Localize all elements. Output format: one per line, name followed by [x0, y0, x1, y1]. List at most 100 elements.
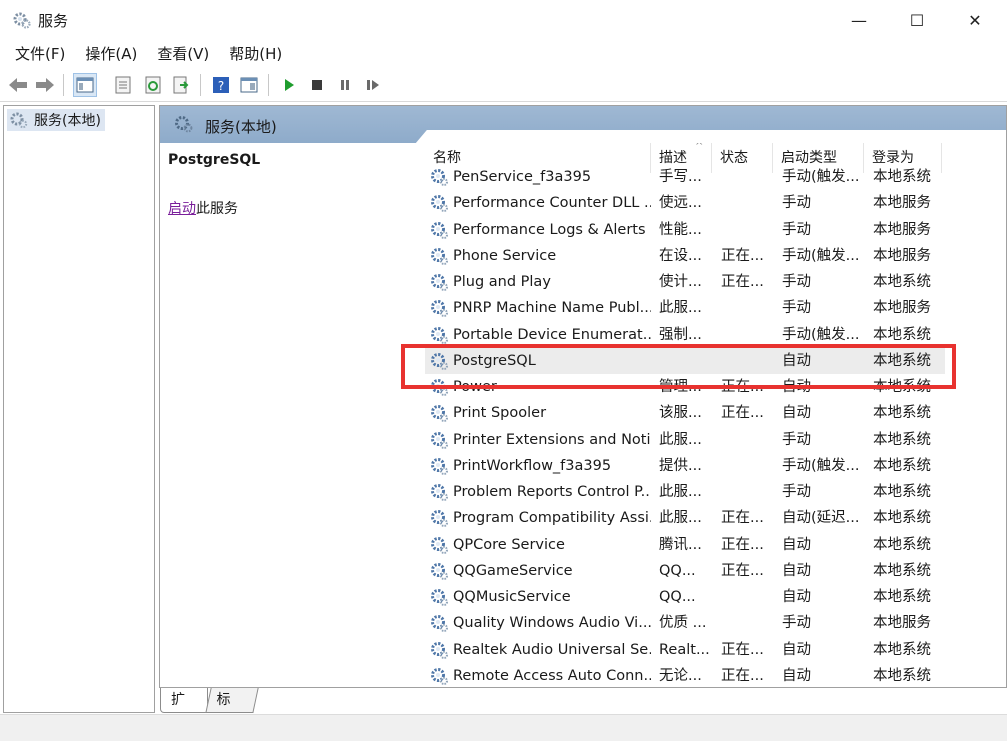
maximize-button[interactable]: ☐	[888, 0, 946, 40]
cell-name: QQMusicService	[429, 584, 651, 610]
cell-name: QQGameService	[429, 558, 651, 584]
header-notch	[415, 130, 1006, 144]
export-list-button[interactable]	[169, 73, 193, 97]
menu-action[interactable]: 操作(A)	[78, 40, 144, 68]
service-gear-icon	[431, 431, 448, 449]
cell-name: QPCore Service	[429, 532, 651, 558]
service-name: QQGameService	[453, 562, 573, 579]
toolbar: ?	[0, 68, 1007, 102]
table-row[interactable]: Performance Counter DLL ... 使远... 手动 本地服务	[425, 190, 945, 216]
cell-description: 腾讯...	[659, 536, 702, 553]
service-gear-icon	[431, 562, 448, 580]
service-name: Performance Counter DLL ...	[453, 195, 651, 212]
cell-startup-type: 自动	[782, 405, 811, 422]
svg-text:?: ?	[218, 79, 224, 93]
table-row[interactable]: Printer Extensions and Noti... 此服... 手动 本地系…	[425, 427, 945, 453]
service-gear-icon	[431, 326, 448, 344]
minimize-button[interactable]: —	[830, 0, 888, 40]
view-button[interactable]	[237, 73, 261, 97]
table-row[interactable]: Remote Access Auto Conn... 无论... 正在... 自动 本地…	[425, 663, 945, 687]
table-row[interactable]: QPCore Service 腾讯... 正在... 自动 本地系统	[425, 532, 945, 558]
cell-description: 此服...	[659, 300, 702, 317]
cell-description: 优质 ...	[659, 615, 707, 632]
restart-service-button[interactable]	[361, 73, 385, 97]
table-row[interactable]: Quality Windows Audio Vi... 优质 ... 手动 本地服务	[425, 610, 945, 636]
start-service-link[interactable]: 启动	[168, 201, 196, 217]
pause-service-button[interactable]	[333, 73, 357, 97]
status-bar	[0, 714, 1007, 741]
close-button[interactable]: ✕	[946, 0, 1004, 40]
restart-service-icon	[367, 80, 379, 90]
back-arrow-icon	[9, 78, 27, 92]
service-gear-icon	[431, 641, 448, 659]
service-name: Problem Reports Control P...	[453, 484, 651, 500]
cell-startup-type: 手动	[782, 615, 811, 632]
table-row[interactable]: PenService_f3a395 手写... 手动(触发... 本地系统	[425, 164, 945, 190]
cell-status: 正在...	[721, 641, 764, 658]
menu-view[interactable]: 查看(V)	[150, 40, 216, 68]
cell-status	[721, 164, 777, 190]
stop-service-button[interactable]	[305, 73, 329, 97]
table-row[interactable]: Phone Service 在设... 正在... 手动(触发... 本地服务	[425, 243, 945, 269]
tab-extended[interactable]: 扩展	[160, 688, 208, 732]
cell-logon-as: 本地系统	[873, 510, 931, 527]
cell-logon-as: 本地系统	[873, 484, 931, 500]
service-gear-icon	[431, 274, 448, 291]
cell-startup-type: 手动	[782, 221, 811, 238]
cell-name: Phone Service	[429, 243, 651, 269]
table-row[interactable]: Program Compatibility Assi... 此服... 正在... 自…	[425, 505, 945, 531]
show-console-tree-icon	[76, 77, 94, 93]
service-gear-icon	[431, 300, 448, 318]
cell-name: Print Spooler	[429, 400, 651, 426]
service-gear-icon	[431, 589, 448, 606]
service-gear-icon	[431, 247, 448, 265]
cell-status	[721, 427, 777, 453]
service-name: Realtek Audio Universal Se...	[453, 641, 651, 658]
cell-description: 提供...	[659, 457, 702, 474]
cell-logon-as: 本地系统	[873, 274, 931, 290]
cell-startup-type: 自动(延迟...	[782, 510, 860, 527]
table-row[interactable]: Print Spooler 该服... 正在... 自动 本地系统	[425, 400, 945, 426]
cell-description: 使计...	[659, 274, 702, 290]
cell-startup-type: 手动(触发...	[782, 457, 860, 474]
menu-help[interactable]: 帮助(H)	[222, 40, 289, 68]
properties-button[interactable]	[111, 73, 135, 97]
cell-status	[721, 295, 777, 321]
start-service-button[interactable]	[277, 73, 301, 97]
back-button[interactable]	[6, 73, 30, 97]
show-console-tree-button[interactable]	[73, 73, 97, 97]
cell-name: Quality Windows Audio Vi...	[429, 610, 651, 636]
help-button[interactable]: ?	[209, 73, 233, 97]
cell-startup-type: 自动	[782, 589, 811, 605]
table-row[interactable]: Plug and Play 使计... 正在... 手动 本地系统	[425, 269, 945, 295]
cell-description: 性能...	[659, 221, 702, 238]
help-icon: ?	[213, 77, 229, 93]
service-name: Plug and Play	[453, 274, 551, 290]
tree-node-services-local[interactable]: 服务(本地)	[7, 109, 105, 131]
cell-name: PNRP Machine Name Publ...	[429, 295, 651, 321]
services-pane: 服务(本地) PostgreSQL 启动此服务 ^ 名称 描述 状态 启动类型 …	[159, 105, 1007, 688]
table-row[interactable]: Problem Reports Control P... 此服... 手动 本地系统	[425, 479, 945, 505]
cell-startup-type: 手动	[782, 300, 811, 317]
cell-logon-as: 本地服务	[873, 247, 931, 264]
refresh-button[interactable]	[141, 73, 165, 97]
tab-standard[interactable]: 标准	[205, 688, 259, 732]
cell-name: Performance Counter DLL ...	[429, 190, 651, 216]
cell-logon-as: 本地系统	[873, 641, 931, 658]
table-row[interactable]: Realtek Audio Universal Se... Realt... 正在.…	[425, 637, 945, 663]
table-row[interactable]: QQGameService QQ... 正在... 自动 本地系统	[425, 558, 945, 584]
table-row[interactable]: Performance Logs & Alerts 性能... 手动 本地服务	[425, 217, 945, 243]
cell-startup-type: 自动	[782, 667, 811, 684]
service-gear-icon	[431, 667, 448, 685]
menu-bar: 文件(F) 操作(A) 查看(V) 帮助(H)	[0, 40, 1007, 68]
table-row[interactable]: PNRP Machine Name Publ... 此服... 手动 本地服务	[425, 295, 945, 321]
cell-logon-as: 本地服务	[873, 615, 931, 632]
cell-status: 正在...	[721, 536, 764, 553]
cell-description: QQ...	[659, 589, 696, 605]
table-row[interactable]: PrintWorkflow_f3a395 提供... 手动(触发... 本地系统	[425, 453, 945, 479]
table-row[interactable]: QQMusicService QQ... 自动 本地系统	[425, 584, 945, 610]
forward-button[interactable]	[33, 73, 57, 97]
view-icon	[240, 77, 258, 93]
cell-description: QQ...	[659, 562, 696, 579]
menu-file[interactable]: 文件(F)	[8, 40, 72, 68]
